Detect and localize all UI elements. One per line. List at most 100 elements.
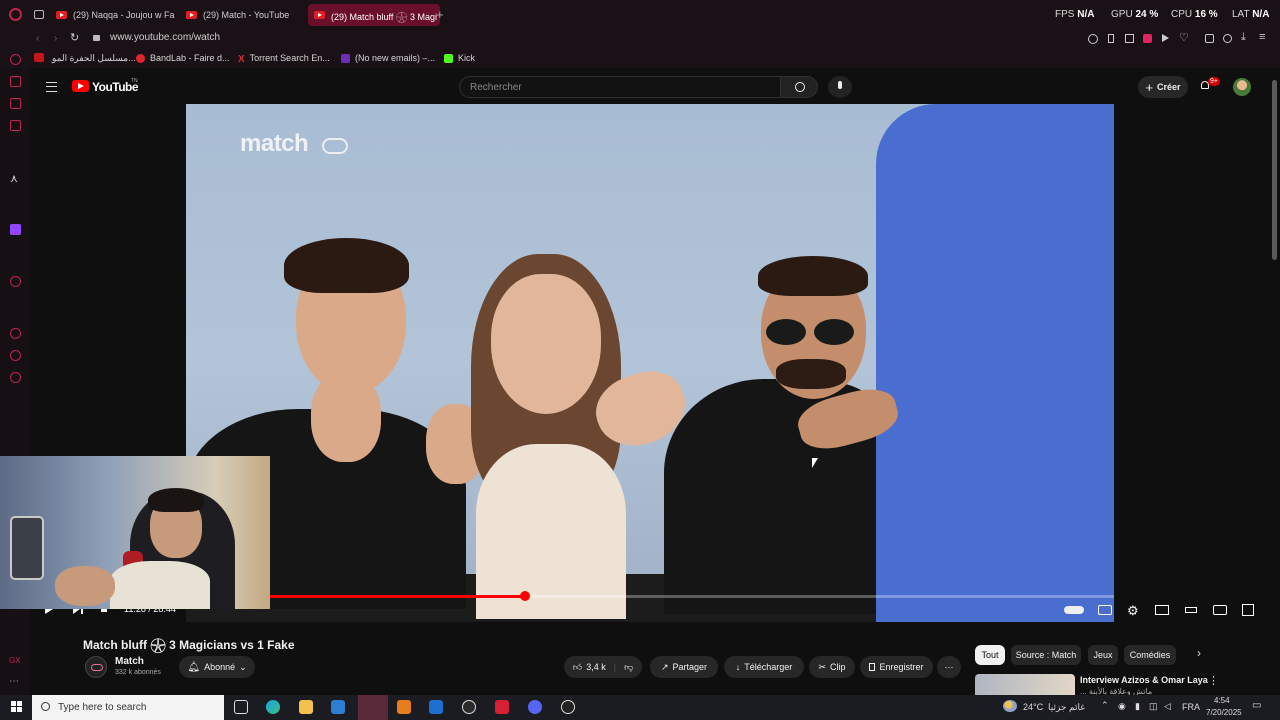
chips-next-icon[interactable]: › [1197, 646, 1201, 660]
opera-menu-icon[interactable] [9, 8, 22, 21]
youtube-icon [314, 11, 325, 19]
discord-icon[interactable] [528, 700, 542, 714]
pin-icon[interactable] [1108, 34, 1114, 43]
taskbar-search-input[interactable]: Type here to search [32, 695, 224, 720]
edge-icon[interactable] [266, 700, 280, 714]
workspaces-icon[interactable] [34, 10, 44, 19]
video-player[interactable]: match [186, 104, 1114, 622]
outlook-icon[interactable] [429, 700, 443, 714]
progress-scrubber[interactable] [519, 591, 530, 601]
recommended-menu-icon[interactable]: ⋮ [1208, 674, 1219, 687]
opera-gx-taskbar-icon[interactable] [358, 695, 388, 720]
dislike-icon[interactable]: 👎︎ [624, 662, 633, 673]
music-icon[interactable] [10, 120, 21, 131]
language-indicator[interactable]: FRA [1182, 702, 1200, 712]
heart-icon[interactable]: ♡ [1179, 31, 1189, 44]
store-icon[interactable] [331, 700, 345, 714]
app-icon-red[interactable] [495, 700, 509, 714]
sidebar-app-icon[interactable] [10, 76, 21, 87]
forward-icon[interactable]: › [54, 33, 57, 44]
snapshot-icon[interactable] [1125, 34, 1134, 43]
settings-side-icon[interactable] [10, 372, 21, 383]
recommended-title[interactable]: Interview Azizos & Omar Laya [1080, 675, 1208, 685]
share-button[interactable]: ↗ Partager [650, 656, 718, 678]
file-explorer-icon[interactable] [299, 700, 313, 714]
zoom-icon[interactable] [1088, 34, 1098, 44]
tab-2[interactable]: (29) Match bluff 𓇽 3 Magi [308, 4, 440, 26]
pocket-icon[interactable] [1143, 34, 1152, 43]
chip-comedies[interactable]: Comédies [1124, 645, 1176, 665]
tab-1[interactable]: (29) Match - YouTube [180, 4, 314, 26]
app-icon-a[interactable] [397, 700, 411, 714]
twitch-icon[interactable] [10, 224, 21, 235]
capcut-icon[interactable] [462, 700, 476, 714]
bookmark-2[interactable]: X Torrent Search En... [238, 53, 330, 65]
new-tab-button[interactable]: + [436, 7, 444, 22]
download-icon[interactable]: ⤓ [1241, 31, 1246, 44]
cast-icon[interactable] [1213, 605, 1227, 615]
extensions-side-icon[interactable] [10, 350, 21, 361]
player-icon[interactable] [10, 276, 21, 287]
bookmark-4[interactable]: Kick [444, 53, 475, 63]
bookmark-3[interactable]: (No new emails) –... [341, 53, 435, 63]
tab-0[interactable]: (29) Naqqa - Joujou w Fa [50, 4, 184, 26]
back-icon[interactable]: ‹ [36, 33, 39, 44]
avatar[interactable] [1233, 78, 1251, 96]
tray-volume-icon[interactable]: ◁ [1164, 701, 1171, 712]
reload-icon[interactable]: ↻ [70, 31, 79, 44]
channel-avatar[interactable] [85, 656, 107, 678]
youtube-logo-icon[interactable] [72, 80, 89, 92]
clock-time[interactable]: 4:54 [1214, 696, 1230, 705]
clock-date[interactable]: 7/20/2025 [1206, 708, 1242, 717]
tray-network-icon[interactable]: ◉ [1118, 701, 1126, 712]
more-icon[interactable]: ⋯ [9, 676, 19, 687]
account-icon[interactable] [1223, 34, 1232, 43]
recommended-thumbnail[interactable] [975, 674, 1075, 695]
search-button[interactable] [780, 76, 818, 98]
gx-icon[interactable]: GX [9, 656, 21, 665]
extensions-icon[interactable] [1205, 34, 1214, 43]
bookmark-1[interactable]: BandLab - Faire d... [136, 53, 230, 63]
channel-name[interactable]: Match [115, 656, 144, 667]
download-button[interactable]: ↓ Télécharger [724, 656, 804, 678]
bookmark-0[interactable]: مسلسل الحفرة المو... [52, 53, 136, 64]
chip-source[interactable]: Source : Match [1011, 645, 1081, 665]
page-scrollbar[interactable] [1272, 80, 1277, 260]
easy-setup-icon[interactable]: ≡ [1259, 31, 1265, 43]
chip-tout[interactable]: Tout [975, 645, 1005, 665]
play-icon[interactable] [1162, 34, 1169, 42]
aria-icon[interactable] [10, 54, 21, 65]
like-count[interactable]: 3,4 k [586, 662, 606, 672]
settings-gear-icon[interactable]: ⚙ [1127, 603, 1139, 619]
bookmark-folder-icon[interactable] [34, 53, 44, 62]
obs-icon[interactable] [561, 700, 575, 714]
tray-chevron-icon[interactable]: ⌃ [1101, 700, 1109, 711]
clip-button[interactable]: ✂ Clip [809, 656, 855, 678]
messenger-icon[interactable] [10, 98, 21, 109]
menu-icon[interactable] [46, 82, 57, 92]
task-view-icon[interactable] [234, 700, 248, 714]
aria-ai-icon[interactable]: ⋏ [10, 172, 18, 185]
subscribed-button[interactable]: 🔔︎ Abonné ⌄ [179, 656, 255, 678]
windows-start-icon[interactable] [11, 701, 22, 712]
save-button[interactable]: Enregistrer [860, 656, 933, 678]
like-icon[interactable]: 👍︎ [573, 662, 582, 673]
miniplayer-icon[interactable] [1155, 605, 1169, 615]
phone-in-hand [10, 516, 44, 580]
more-actions-button[interactable]: ⋯ [937, 656, 961, 678]
history-icon[interactable] [10, 328, 21, 339]
search-input[interactable]: Rechercher [459, 76, 781, 98]
chip-jeux[interactable]: Jeux [1088, 645, 1118, 665]
notification-center-icon[interactable]: ▭ [1252, 700, 1261, 711]
fullscreen-icon[interactable] [1242, 604, 1254, 616]
weather-icon[interactable] [1003, 700, 1017, 712]
theater-icon[interactable] [1185, 607, 1197, 613]
url-field[interactable]: www.youtube.com/watch [110, 32, 220, 43]
tray-mic-icon[interactable]: ▮ [1135, 701, 1140, 712]
tray-wifi-icon[interactable]: ◫ [1149, 701, 1158, 712]
voice-search-button[interactable] [828, 76, 852, 98]
create-button[interactable]: + Créer [1138, 76, 1188, 98]
subtitles-icon[interactable] [1098, 605, 1112, 615]
tab-label: (29) Match bluff 𓇽 3 Magi [331, 11, 437, 22]
autoplay-toggle[interactable] [1064, 606, 1084, 614]
